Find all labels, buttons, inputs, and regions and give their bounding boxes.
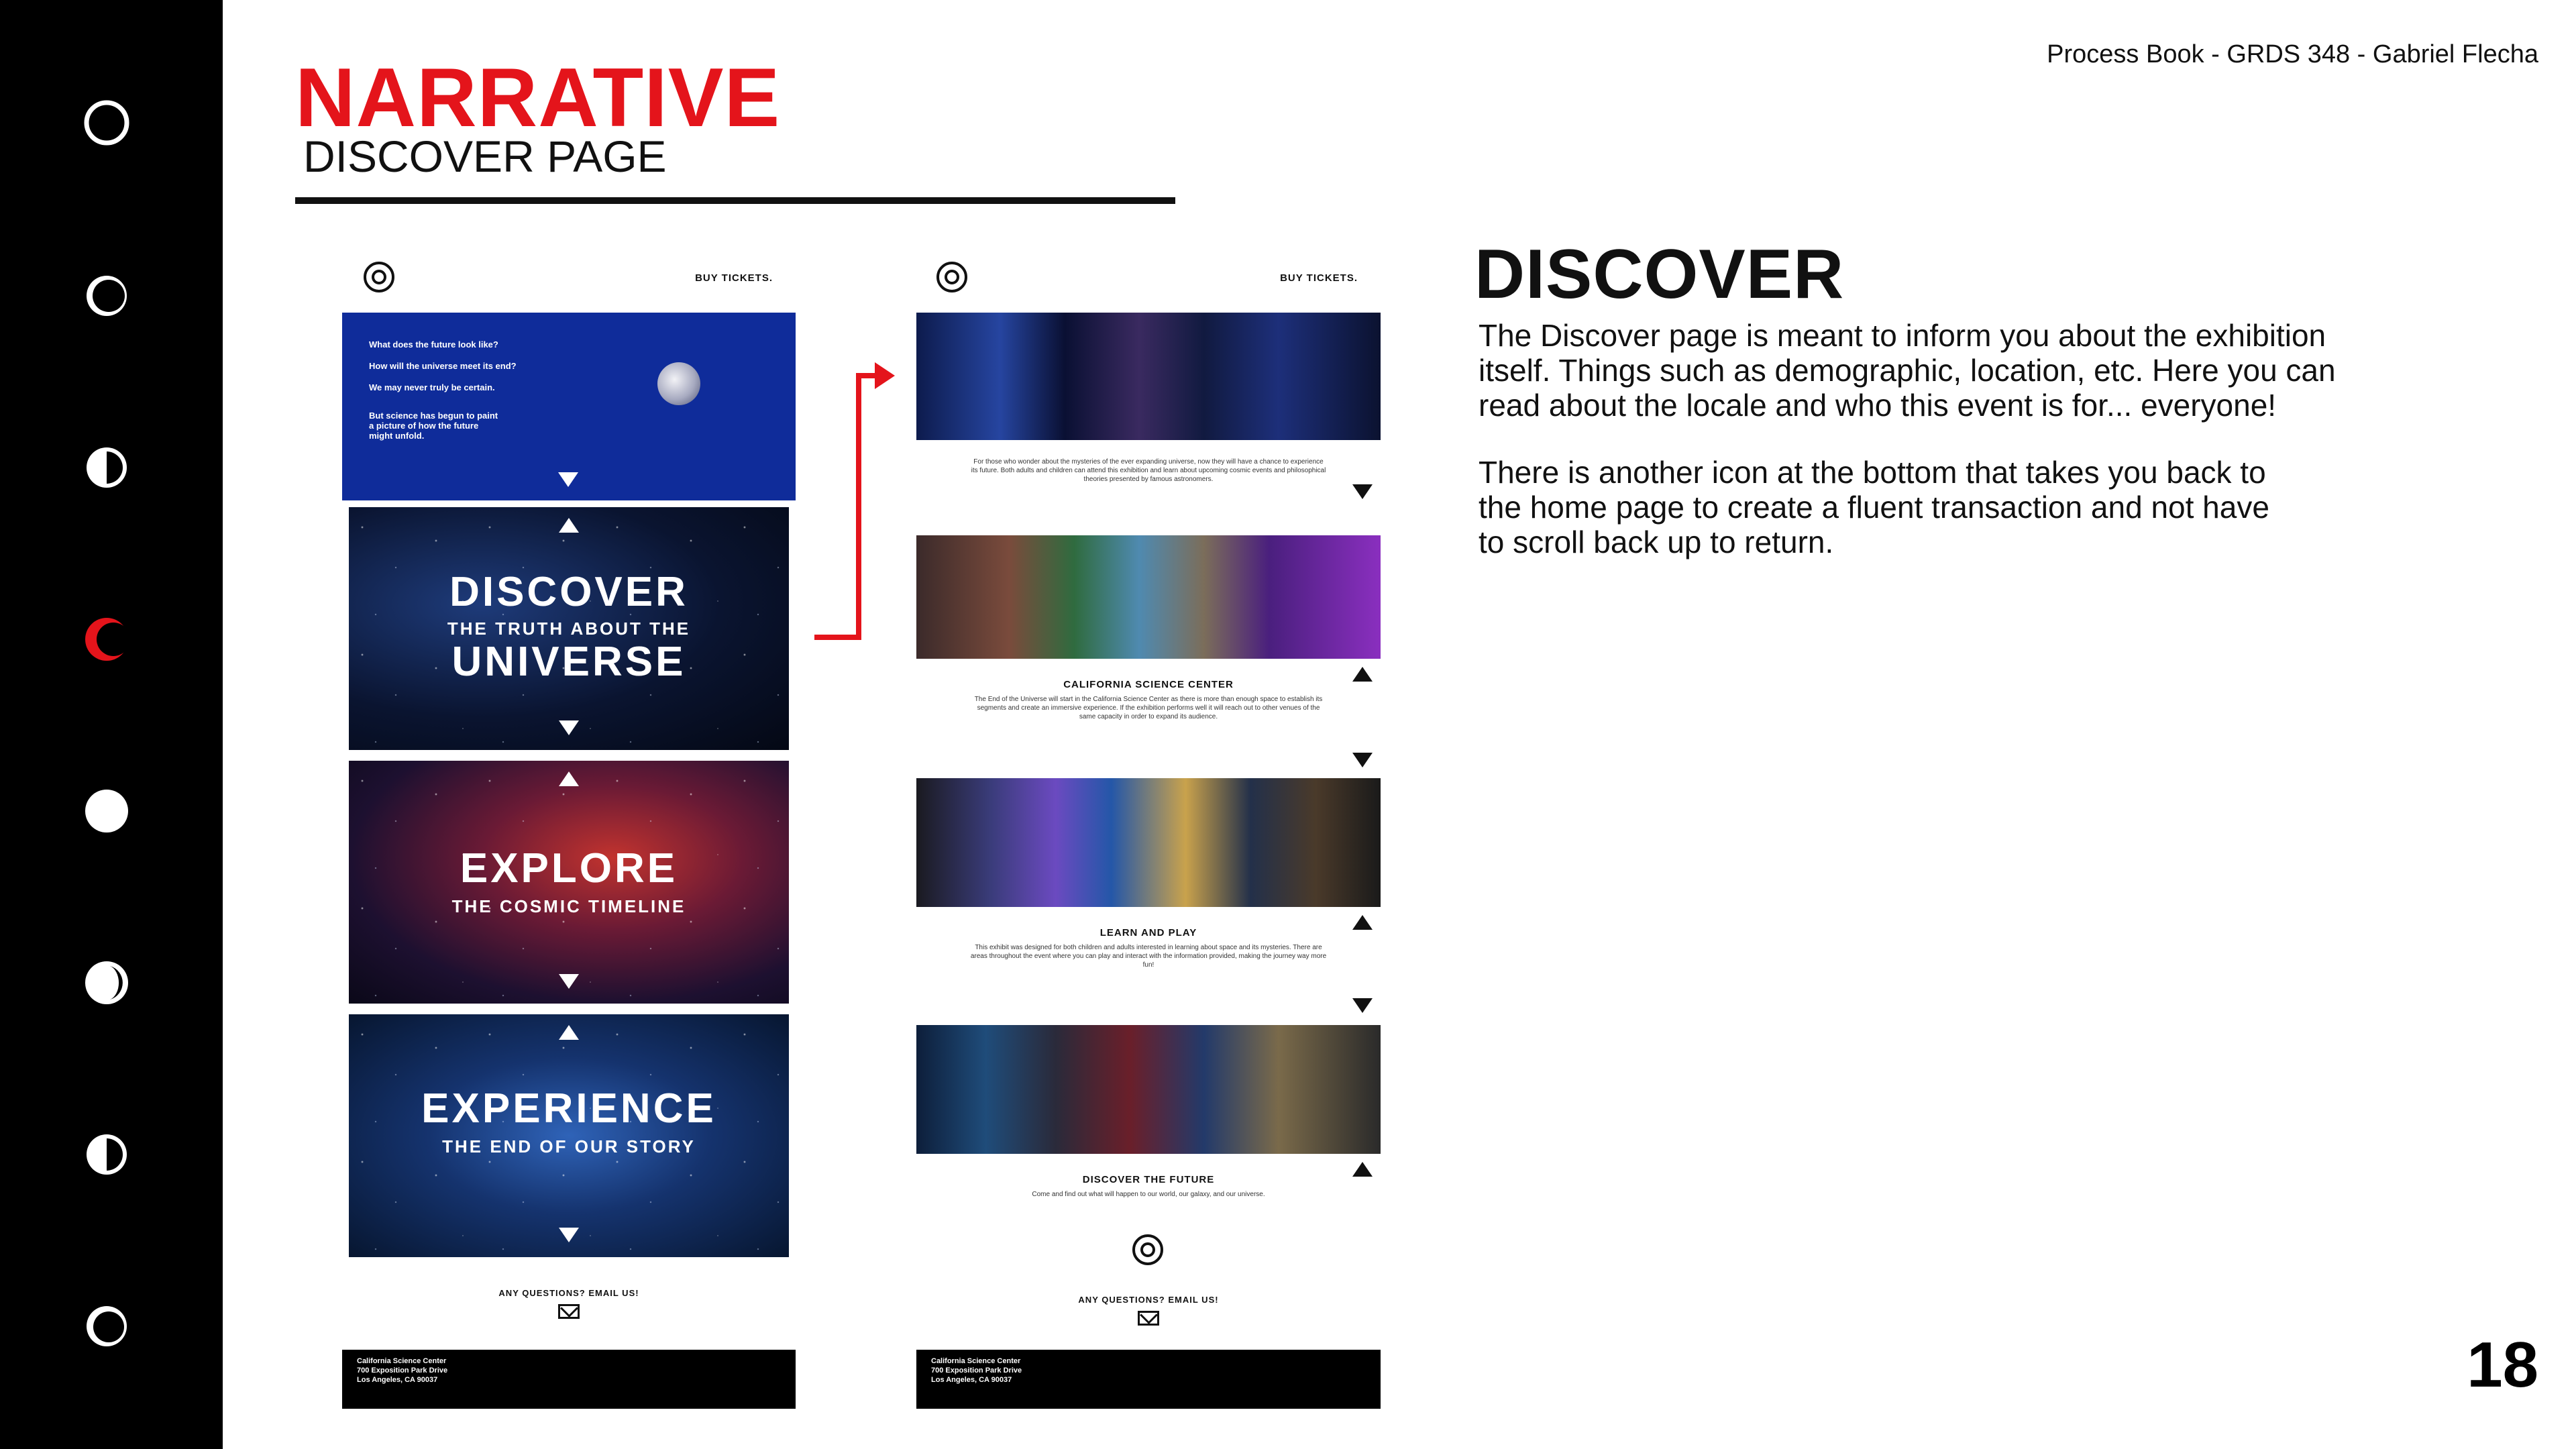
site-footer: California Science Center 700 Exposition…	[916, 1350, 1381, 1409]
scroll-down-icon[interactable]	[559, 974, 579, 989]
moon-image	[657, 362, 700, 405]
home-logo-icon[interactable]	[1132, 1234, 1163, 1265]
description-line: to scroll back up to return.	[1479, 525, 1834, 559]
footer-line: California Science Center	[931, 1357, 1021, 1365]
moon-waning-crescent-icon[interactable]	[83, 1303, 130, 1350]
scroll-up-icon[interactable]	[559, 518, 579, 533]
description-paragraph: There is another icon at the bottom that…	[1479, 455, 2404, 559]
experience-panel: EXPERIENCE THE END OF OUR STORY	[349, 1014, 789, 1257]
intro-line: How will the universe meet its end?	[369, 361, 517, 371]
page-title: NARRATIVE	[295, 52, 781, 144]
moon-waxing-crescent-icon[interactable]	[83, 272, 130, 319]
description-line: read about the locale and who this event…	[1479, 388, 2277, 423]
intro-line: might unfold.	[369, 431, 425, 441]
footer-line: Los Angeles, CA 90037	[931, 1376, 1012, 1384]
discover-panel: DISCOVER THE TRUTH ABOUT THE UNIVERSE	[349, 507, 789, 750]
panel-heading: EXPERIENCE	[421, 1085, 716, 1132]
footer-line: California Science Center	[357, 1357, 447, 1365]
scroll-down-icon[interactable]	[1352, 998, 1373, 1013]
description-line: There is another icon at the bottom that…	[1479, 455, 2266, 490]
moon-crescent-active-icon[interactable]	[83, 616, 130, 663]
mail-icon[interactable]	[1138, 1311, 1159, 1326]
section-heading: DISCOVER	[1474, 235, 1845, 313]
page-number: 18	[2467, 1329, 2538, 1401]
scroll-up-icon[interactable]	[559, 1025, 579, 1040]
intro-panel: What does the future look like? How will…	[342, 313, 796, 500]
scroll-up-icon[interactable]	[559, 771, 579, 786]
moon-new-icon[interactable]	[83, 99, 130, 146]
future-photo	[916, 1025, 1381, 1154]
document-meta: Process Book - GRDS 348 - Gabriel Flecha	[2047, 40, 2538, 68]
intro-line: a picture of how the future	[369, 421, 479, 431]
logo-icon	[936, 262, 967, 292]
section-title: LEARN AND PLAY	[1099, 927, 1197, 938]
intro-text: For those who wonder about the mysteries…	[971, 458, 1326, 483]
section-title: DISCOVER THE FUTURE	[1082, 1174, 1215, 1185]
title-divider	[295, 197, 1175, 204]
moon-full-icon[interactable]	[83, 788, 130, 835]
buy-tickets-link[interactable]: BUY TICKETS.	[695, 272, 773, 284]
contact-prompt: ANY QUESTIONS? EMAIL US!	[498, 1288, 639, 1298]
footer-line: 700 Exposition Park Drive	[357, 1366, 448, 1375]
footer-line: Los Angeles, CA 90037	[357, 1376, 438, 1384]
section-text: This exhibit was designed for both child…	[970, 944, 1327, 969]
scroll-down-icon[interactable]	[1352, 484, 1373, 499]
intro-line: What does the future look like?	[369, 339, 498, 350]
intro-line: But science has begun to paint	[369, 411, 498, 421]
scroll-down-icon[interactable]	[558, 472, 578, 487]
description-line: itself. Things such as demographic, loca…	[1479, 353, 2336, 388]
scroll-down-icon[interactable]	[1352, 753, 1373, 767]
description-line: the home page to create a fluent transac…	[1479, 490, 2269, 525]
mockup-landing: BUY TICKETS. What does the future look l…	[342, 248, 796, 1415]
panel-subheading: THE COSMIC TIMELINE	[451, 896, 686, 916]
scroll-down-icon[interactable]	[559, 720, 579, 735]
logo-icon	[364, 262, 394, 292]
section-title: CALIFORNIA SCIENCE CENTER	[1063, 679, 1234, 690]
page-subtitle: DISCOVER PAGE	[303, 131, 667, 181]
sidebar-rail	[0, 0, 223, 1449]
explore-panel: EXPLORE THE COSMIC TIMELINE	[349, 761, 789, 1004]
intro-line: We may never truly be certain.	[369, 382, 495, 392]
panel-heading: UNIVERSE	[451, 639, 686, 685]
learn-photo	[916, 778, 1381, 907]
moon-first-quarter-icon[interactable]	[83, 444, 130, 491]
moon-waning-gibbous-icon[interactable]	[83, 959, 130, 1006]
scroll-down-icon[interactable]	[559, 1228, 579, 1242]
mail-icon[interactable]	[558, 1304, 580, 1319]
footer-line: 700 Exposition Park Drive	[931, 1366, 1022, 1375]
moon-last-quarter-icon[interactable]	[83, 1131, 130, 1178]
contact-prompt: ANY QUESTIONS? EMAIL US!	[1078, 1295, 1219, 1305]
panel-heading: EXPLORE	[460, 845, 678, 892]
panel-subheading: THE TRUTH ABOUT THE	[447, 619, 691, 639]
section-text: Come and find out what will happen to ou…	[1032, 1191, 1265, 1198]
site-footer: California Science Center 700 Exposition…	[342, 1350, 796, 1409]
panel-subheading: THE END OF OUR STORY	[442, 1136, 696, 1157]
description-paragraph: The Discover page is meant to inform you…	[1479, 318, 2404, 423]
mockup-discover-page: BUY TICKETS. For those who wonder about …	[916, 248, 1381, 1415]
section-text: The End of the Universe will start in th…	[974, 696, 1323, 720]
buy-tickets-link[interactable]: BUY TICKETS.	[1280, 272, 1358, 284]
description-line: The Discover page is meant to inform you…	[1479, 318, 2326, 353]
flow-arrow-icon	[814, 362, 895, 640]
panel-heading: DISCOVER	[449, 569, 688, 615]
venue-photo	[916, 535, 1381, 659]
exhibit-photo	[916, 313, 1381, 440]
